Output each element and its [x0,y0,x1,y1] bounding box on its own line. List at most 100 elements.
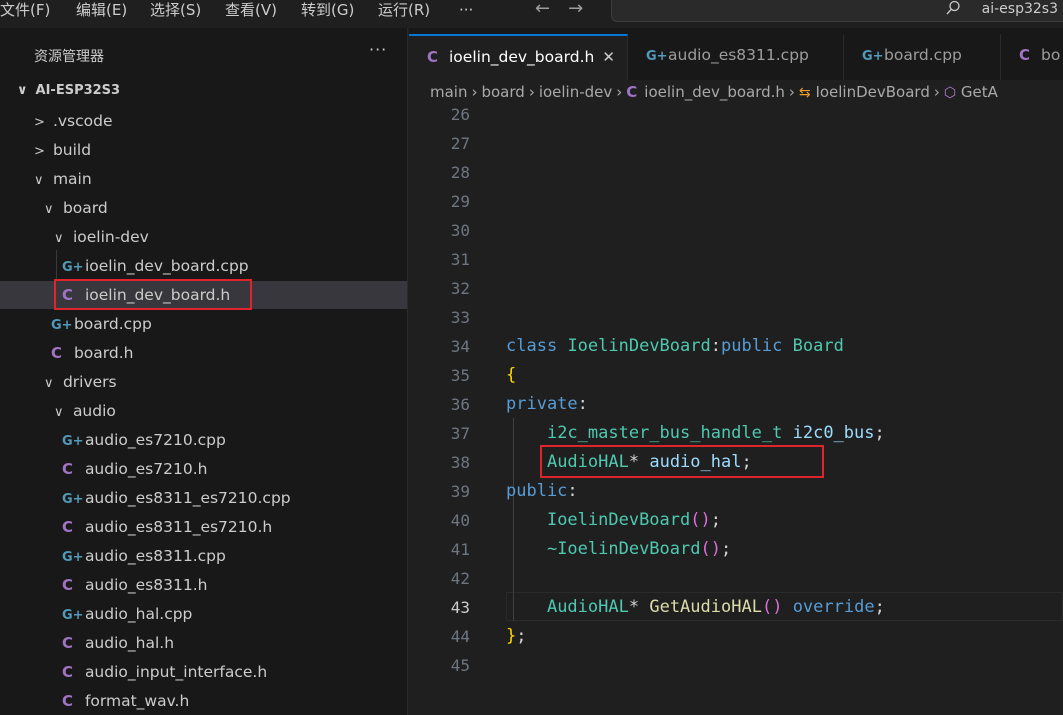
breadcrumb-file[interactable]: ioelin_dev_board.h [644,83,785,101]
tree-item-label: board.h [73,344,134,362]
line-number: 38 [450,453,470,472]
breadcrumb-main[interactable]: main [430,83,467,101]
highlight-box-file [54,279,252,310]
tree-item-label: build [52,141,92,159]
class-icon: ⇆ [798,85,811,101]
tree-item-audio-es7210-h[interactable]: C audio_es7210.h [0,455,407,483]
forward-arrow-icon[interactable]: → [568,0,583,18]
code-line-39[interactable]: public: [506,477,578,506]
tree-item-label: audio_es8311.cpp [84,547,226,565]
tree-item-label: audio_input_interface.h [84,663,268,681]
tree-item-audio-hal-cpp[interactable]: G+ audio_hal.cpp [0,600,407,628]
chevron-down-icon: ∨ [54,405,64,420]
tree-item-label: audio_es7210.cpp [84,431,226,449]
tab-ioelin-dev-board-h[interactable]: Cioelin_dev_board.h ✕ [409,34,628,80]
chevron-right-icon: › [471,83,478,101]
breadcrumb-class[interactable]: IoelinDevBoard [815,83,929,101]
tree-item-audio-es8311-es7210-cpp[interactable]: G+ audio_es8311_es7210.cpp [0,484,407,512]
c-header-file-icon: C [62,692,74,710]
tree-item-board-h[interactable]: C board.h [0,339,407,367]
line-number: 29 [450,192,470,211]
line-number: 42 [450,569,470,588]
tab-audio-es8311-cpp[interactable]: G+audio_es8311.cpp [628,34,844,80]
tree-root[interactable]: ∨ AI-ESP32S3 [0,77,407,105]
line-number: 26 [450,105,470,124]
tree-item-ioelin-dev[interactable]: ∨ ioelin-dev [0,223,407,251]
line-number: 27 [450,134,470,153]
tree-item-label: ioelin_dev_board.cpp [84,257,249,275]
tree-item-audio-input-interface-h[interactable]: C audio_input_interface.h [0,658,407,686]
nav-arrows: ← → [535,0,601,22]
cpp-file-icon: G+ [62,550,84,565]
cpp-file-icon: G+ [51,318,73,333]
tree-item-ioelin-dev-board-cpp[interactable]: G+ ioelin_dev_board.cpp [0,252,407,280]
tree-item-main[interactable]: ∨ main [0,165,407,193]
tab-label: bo [1041,46,1061,64]
c-header-file-icon: C [1019,46,1031,64]
search-text: ai-esp32s3 [981,1,1058,17]
tree-item-audio[interactable]: ∨ audio [0,397,407,425]
code-line-34[interactable]: class IoelinDevBoard:public Board [506,332,844,361]
code-line-44[interactable]: }; [506,622,527,651]
menu-go[interactable]: 转到(G) [301,0,354,22]
line-number: 36 [450,395,470,414]
tree-item-audio-es8311-es7210-h[interactable]: C audio_es8311_es7210.h [0,513,407,541]
menu-run[interactable]: 运行(R) [378,0,430,22]
tab-board-cpp[interactable]: G+board.cpp [844,34,1001,80]
tree-item-label: .vscode [52,112,113,130]
code-line-41[interactable]: ~IoelinDevBoard(); [506,535,731,564]
tab-label: ioelin_dev_board.h [449,48,595,66]
highlight-box-code [540,445,824,478]
tree-item-drivers[interactable]: ∨ drivers [0,368,407,396]
tree-item-label: audio [72,402,116,420]
tree-item-label: board [62,199,108,217]
code-line-40[interactable]: IoelinDevBoard(); [506,506,721,535]
command-center-search[interactable]: ai-esp32s3 [611,0,1063,22]
line-number: 45 [450,656,470,675]
menu-bar: 文件(F) 编辑(E) 选择(S) 查看(V) 转到(G) 运行(R) ··· … [0,0,1063,28]
c-header-file-icon: C [62,634,74,652]
explorer-more-button[interactable]: ··· [369,40,387,59]
chevron-down-icon: ∨ [34,173,44,188]
menu-file[interactable]: 文件(F) [0,0,50,22]
tree-item-label: audio_hal.cpp [84,605,193,623]
breadcrumb-board[interactable]: board [481,83,524,101]
breadcrumb: main › board › ioelin-dev › Cioelin_dev_board.… [430,82,998,104]
code-line-43[interactable]: AudioHAL* GetAudioHAL() override; [506,593,885,622]
code-editor[interactable]: 26 27 28 29 30 31 32 33 34 35 36 37 38 3… [409,104,1063,715]
code-line-37[interactable]: i2c_master_bus_handle_t i2c0_bus; [506,419,885,448]
tree-item-label: format_wav.h [84,692,190,710]
menu-view[interactable]: 查看(V) [225,0,277,22]
back-arrow-icon[interactable]: ← [535,0,550,18]
tab-label: board.cpp [884,46,962,64]
line-number: 33 [450,308,470,327]
close-icon[interactable]: ✕ [602,48,615,66]
tree-item-vscode[interactable]: > .vscode [0,107,407,135]
chevron-right-icon: › [788,83,795,101]
chevron-right-icon: › [933,83,940,101]
editor-tabs: Cioelin_dev_board.h ✕ G+audio_es8311.cpp … [409,28,1063,80]
tree-item-audio-es8311-h[interactable]: C audio_es8311.h [0,571,407,599]
tree-item-audio-es7210-cpp[interactable]: G+ audio_es7210.cpp [0,426,407,454]
line-number: 28 [450,163,470,182]
tree-item-board-cpp[interactable]: G+ board.cpp [0,310,407,338]
tree-item-board[interactable]: ∨ board [0,194,407,222]
menu-more[interactable]: ··· [459,0,473,22]
line-number: 41 [450,540,470,559]
tree-item-build[interactable]: > build [0,136,407,164]
chevron-right-icon: > [34,144,45,159]
tab-bo[interactable]: Cbo [1001,34,1063,80]
menu-edit[interactable]: 编辑(E) [76,0,127,22]
breadcrumb-ioelin-dev[interactable]: ioelin-dev [539,83,612,101]
tree-item-format-wav-h[interactable]: C format_wav.h [0,687,407,715]
breadcrumb-method[interactable]: GetA [961,83,998,101]
menu-selection[interactable]: 选择(S) [150,0,201,22]
code-line-36[interactable]: private: [506,390,588,419]
c-header-file-icon: C [62,576,74,594]
tree-item-audio-hal-h[interactable]: C audio_hal.h [0,629,407,657]
cpp-file-icon: G+ [646,49,668,64]
code-line-35[interactable]: { [506,361,516,390]
tree-item-audio-es8311-cpp[interactable]: G+ audio_es8311.cpp [0,542,407,570]
c-header-file-icon: C [62,518,74,536]
cpp-file-icon: G+ [862,49,884,64]
